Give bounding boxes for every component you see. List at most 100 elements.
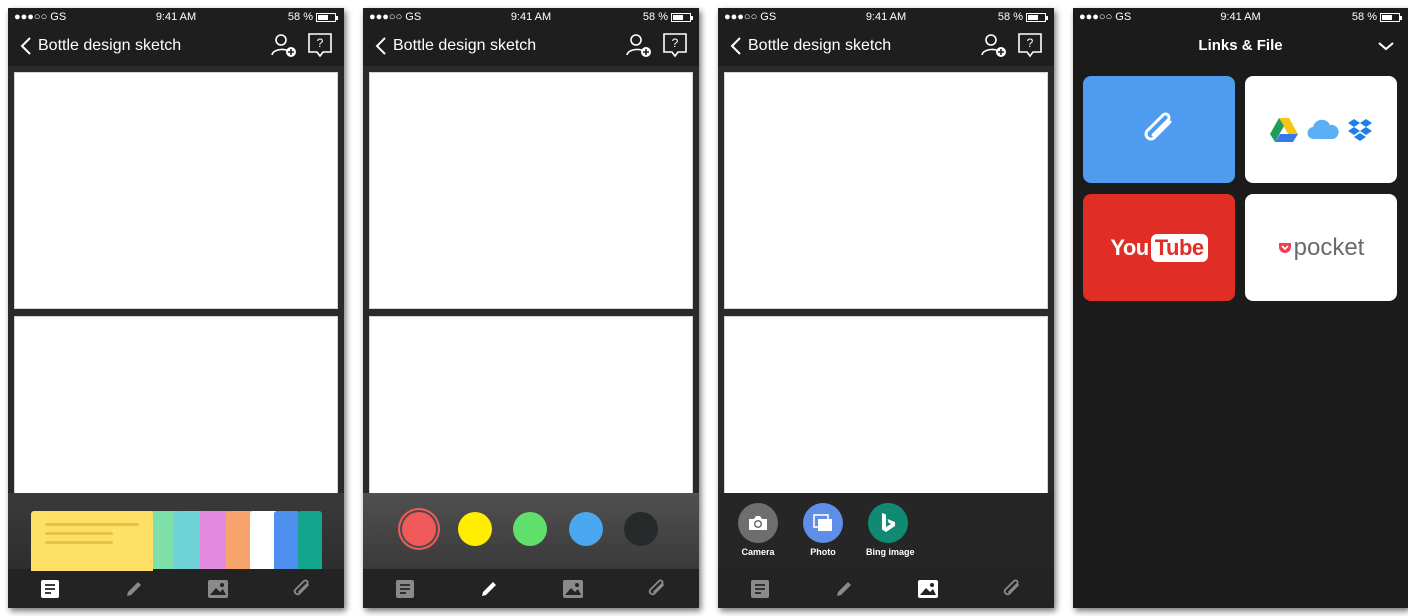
back-chevron-icon[interactable] xyxy=(371,34,391,58)
screen-pen-colors: ●●●○○ GS 9:41 AM 58 % Bottle design sket… xyxy=(363,8,699,608)
pen-color-red[interactable] xyxy=(402,512,436,546)
cloud-storage-tile[interactable] xyxy=(1245,76,1397,183)
canvas-page[interactable] xyxy=(14,316,338,516)
icloud-icon xyxy=(1307,119,1339,139)
photo-label: Photo xyxy=(810,547,836,557)
screen-insert-image: ●●●○○ GS 9:41 AM 58 % Bottle design sket… xyxy=(718,8,1054,608)
sticky-note-blue[interactable] xyxy=(274,511,300,571)
bottom-tab-bar xyxy=(718,569,1054,608)
pen-color-palette xyxy=(363,493,699,569)
back-chevron-icon[interactable] xyxy=(726,34,746,58)
bing-image-button[interactable]: Bing image xyxy=(866,503,915,557)
svg-text:?: ? xyxy=(1027,36,1034,50)
sticky-note-yellow[interactable] xyxy=(31,511,153,571)
links-file-title: Links & File xyxy=(1198,37,1283,54)
photo-circle xyxy=(803,503,843,543)
links-file-header: Links & File xyxy=(1073,26,1408,66)
page-title: Bottle design sketch xyxy=(38,37,182,54)
battery-icon xyxy=(1380,12,1402,22)
bing-image-label: Bing image xyxy=(866,547,915,557)
pocket-tile[interactable]: pocket xyxy=(1245,194,1397,301)
tab-pen[interactable] xyxy=(447,569,531,608)
camera-icon xyxy=(749,516,767,530)
help-icon[interactable]: ? xyxy=(661,31,689,59)
back-chevron-icon[interactable] xyxy=(16,34,36,58)
svg-text:?: ? xyxy=(317,36,324,50)
nav-bar: Bottle design sketch ? xyxy=(718,26,1054,66)
nav-bar: Bottle design sketch ? xyxy=(363,26,699,66)
tab-note[interactable] xyxy=(363,569,447,608)
status-bar: ●●●○○ GS 9:41 AM 58 % xyxy=(363,8,699,26)
add-user-icon[interactable] xyxy=(980,31,1008,59)
battery-indicator: 58 % xyxy=(642,11,693,23)
battery-icon xyxy=(671,12,693,22)
tab-pen[interactable] xyxy=(92,569,176,608)
battery-percent: 58 % xyxy=(287,11,313,23)
youtube-logo: You Tube xyxy=(1110,233,1208,262)
bottom-tab-bar xyxy=(8,569,344,608)
sticky-note-green-dark[interactable] xyxy=(298,511,322,571)
attach-file-tile[interactable] xyxy=(1083,76,1235,183)
google-drive-icon xyxy=(1270,117,1298,142)
tab-attachment[interactable] xyxy=(970,569,1054,608)
tab-note[interactable] xyxy=(718,569,802,608)
pen-color-yellow[interactable] xyxy=(458,512,492,546)
screen-sticky-notes: ●●●○○ GS 9:41 AM 58 % Bottle design sket… xyxy=(8,8,344,608)
dropbox-icon xyxy=(1348,118,1372,141)
nav-bar: Bottle design sketch ? xyxy=(8,26,344,66)
image-icon xyxy=(208,579,228,598)
battery-icon xyxy=(316,12,338,22)
pen-icon xyxy=(127,581,141,596)
insert-image-panel: Camera Photo Bing image xyxy=(718,493,1054,569)
page-title: Bottle design sketch xyxy=(748,37,892,54)
chevron-down-icon[interactable] xyxy=(1376,38,1396,54)
photo-button[interactable]: Photo xyxy=(801,503,845,557)
battery-percent: 58 % xyxy=(997,11,1023,23)
youtube-tile[interactable]: You Tube xyxy=(1083,194,1235,301)
tab-pen[interactable] xyxy=(802,569,886,608)
pen-color-black[interactable] xyxy=(624,512,658,546)
canvas-page[interactable] xyxy=(369,316,693,516)
bing-circle xyxy=(868,503,908,543)
status-bar: ●●●○○ GS 9:41 AM 58 % xyxy=(718,8,1054,26)
pen-color-green[interactable] xyxy=(513,512,547,546)
bottom-tab-bar xyxy=(363,569,699,608)
image-icon xyxy=(918,579,938,598)
battery-indicator: 58 % xyxy=(287,11,338,23)
tab-note[interactable] xyxy=(8,569,92,608)
sticky-note-palette xyxy=(8,493,344,571)
canvas-page[interactable] xyxy=(724,316,1048,516)
image-icon xyxy=(563,579,583,598)
pocket-icon xyxy=(1278,243,1291,253)
youtube-logo-you: You xyxy=(1110,234,1149,260)
tab-image[interactable] xyxy=(886,569,970,608)
canvas-page[interactable] xyxy=(369,72,693,309)
battery-indicator: 58 % xyxy=(1351,11,1402,23)
help-icon[interactable]: ? xyxy=(306,31,334,59)
tab-attachment[interactable] xyxy=(260,569,344,608)
bing-icon xyxy=(882,513,895,532)
attachment-icon xyxy=(1003,579,1019,595)
status-bar: ●●●○○ GS 9:41 AM 58 % xyxy=(1073,8,1408,26)
battery-indicator: 58 % xyxy=(997,11,1048,23)
screen-links-file: ●●●○○ GS 9:41 AM 58 % Links & File You T… xyxy=(1073,8,1408,608)
add-user-icon[interactable] xyxy=(625,31,653,59)
battery-percent: 58 % xyxy=(642,11,668,23)
attachment-icon xyxy=(648,579,664,595)
add-user-icon[interactable] xyxy=(270,31,298,59)
photos-icon xyxy=(813,514,832,531)
battery-percent: 58 % xyxy=(1351,11,1377,23)
canvas-page[interactable] xyxy=(14,72,338,309)
canvas-page[interactable] xyxy=(724,72,1048,309)
tab-image[interactable] xyxy=(176,569,260,608)
camera-button[interactable]: Camera xyxy=(736,503,780,557)
note-icon xyxy=(396,579,414,598)
page-title: Bottle design sketch xyxy=(393,37,537,54)
pen-icon xyxy=(482,581,496,596)
pen-color-blue[interactable] xyxy=(569,512,603,546)
status-bar: ●●●○○ GS 9:41 AM 58 % xyxy=(8,8,344,26)
tab-attachment[interactable] xyxy=(615,569,699,608)
pen-icon xyxy=(837,581,851,596)
tab-image[interactable] xyxy=(531,569,615,608)
help-icon[interactable]: ? xyxy=(1016,31,1044,59)
